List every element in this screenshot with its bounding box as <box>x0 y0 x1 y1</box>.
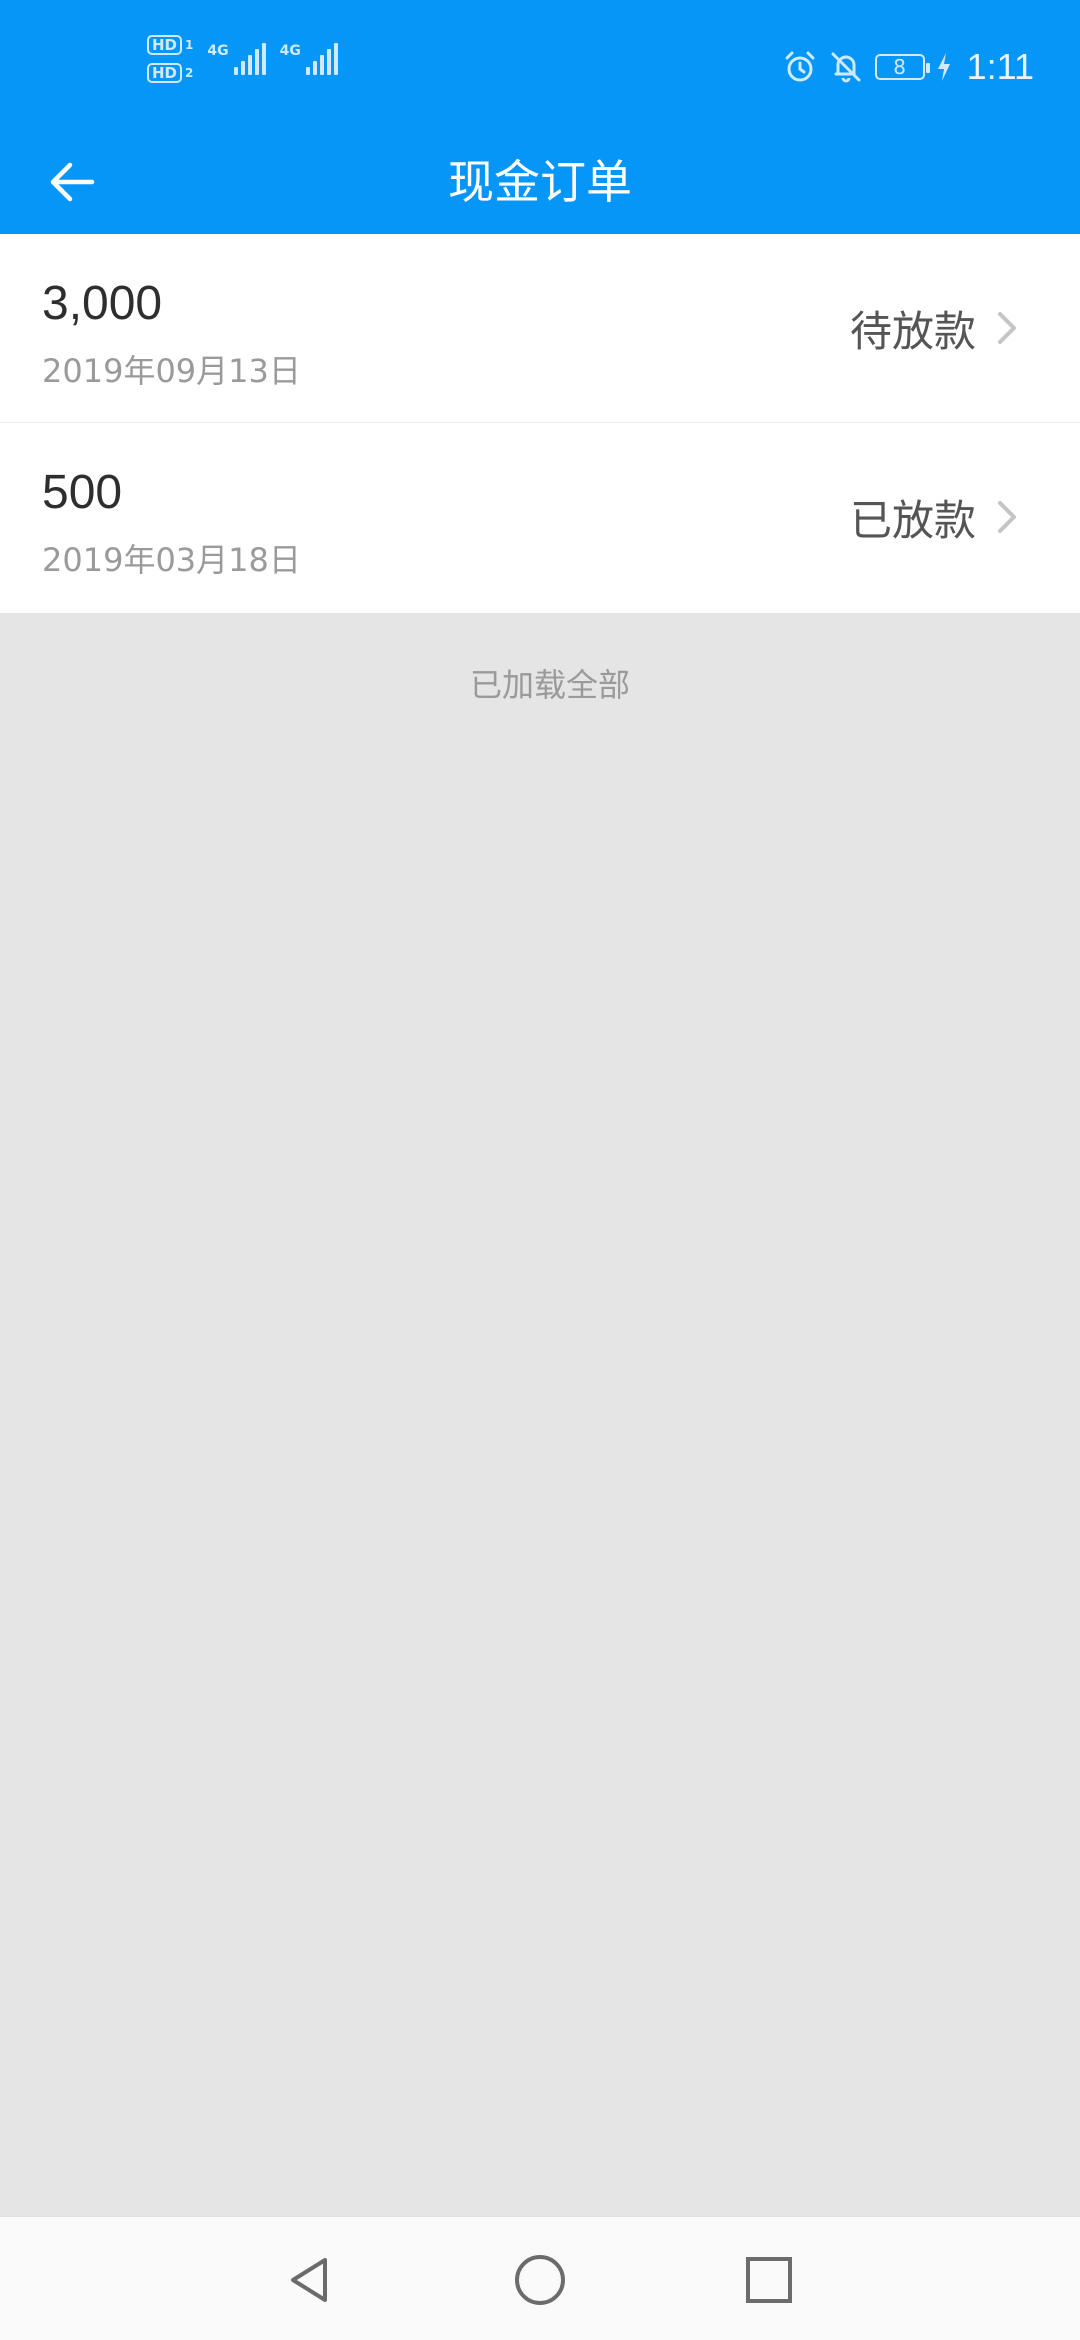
order-amount: 3,000 <box>42 277 163 330</box>
status-bar-left: HD 1 HD 2 4G 4G <box>147 34 338 84</box>
home-circle-icon <box>515 2255 565 2305</box>
bell-off-icon <box>831 52 861 83</box>
signal-2-bar <box>312 61 317 75</box>
app-bar: 现金订单 <box>0 130 1080 234</box>
signal-2-bar <box>319 55 324 75</box>
arrow-left-icon <box>50 162 95 202</box>
network-type-1: 4G <box>207 43 229 59</box>
signal-2: 4G <box>280 43 338 75</box>
back-button[interactable] <box>40 150 104 214</box>
system-nav-bar <box>0 2216 1080 2340</box>
chevron-right-icon <box>998 312 1016 344</box>
signal-1-bar <box>247 55 252 75</box>
back-triangle-icon <box>291 2258 327 2302</box>
status-bar-right: 8 1:11 <box>783 44 1034 90</box>
order-status: 已放款 <box>849 496 976 545</box>
signal-2-bar <box>333 43 338 75</box>
signal-2-bar <box>326 49 331 75</box>
signal-1-bar <box>233 67 238 75</box>
status-bar: HD 1 HD 2 4G 4G 8 1:11 <box>0 0 1080 130</box>
sim2-hd-badge: HD <box>147 63 183 83</box>
status-time: 1:11 <box>966 46 1034 87</box>
nav-recents-button[interactable] <box>734 2245 804 2315</box>
order-date: 2019年03月18日 <box>42 541 301 579</box>
order-date: 2019年09月13日 <box>42 352 301 390</box>
page-title: 现金订单 <box>448 155 632 209</box>
nav-back-button[interactable] <box>274 2245 344 2315</box>
charging-icon <box>937 53 950 81</box>
alarm-icon <box>785 51 815 82</box>
sim-indicators: HD 1 HD 2 <box>147 35 193 83</box>
signal-1-bar <box>254 49 259 75</box>
signal-1: 4G <box>207 43 266 75</box>
order-status: 待放款 <box>849 307 976 356</box>
battery-icon: 8 <box>874 54 930 80</box>
sim1-indicator: HD 1 <box>147 35 193 55</box>
network-type-2: 4G <box>279 43 301 59</box>
sim2-indicator: HD 2 <box>147 63 193 83</box>
nav-home-button[interactable] <box>505 2245 575 2315</box>
signal-1-bar <box>240 61 245 75</box>
sim1-number: 1 <box>185 38 194 52</box>
order-list: 3,000 2019年09月13日 待放款 500 2019年03月18日 已放… <box>0 234 1080 613</box>
sim2-number: 2 <box>185 66 194 80</box>
order-amount: 500 <box>42 466 123 519</box>
signal-2-bar <box>305 67 310 75</box>
recents-square-icon <box>746 2257 792 2303</box>
signal-1-bar <box>261 43 266 75</box>
sim1-hd-badge: HD <box>147 35 183 55</box>
chevron-right-icon <box>998 501 1016 533</box>
order-row[interactable]: 500 2019年03月18日 已放款 <box>0 423 1080 613</box>
order-row[interactable]: 3,000 2019年09月13日 待放款 <box>0 234 1080 423</box>
all-loaded-text: 已加载全部 <box>469 666 630 704</box>
